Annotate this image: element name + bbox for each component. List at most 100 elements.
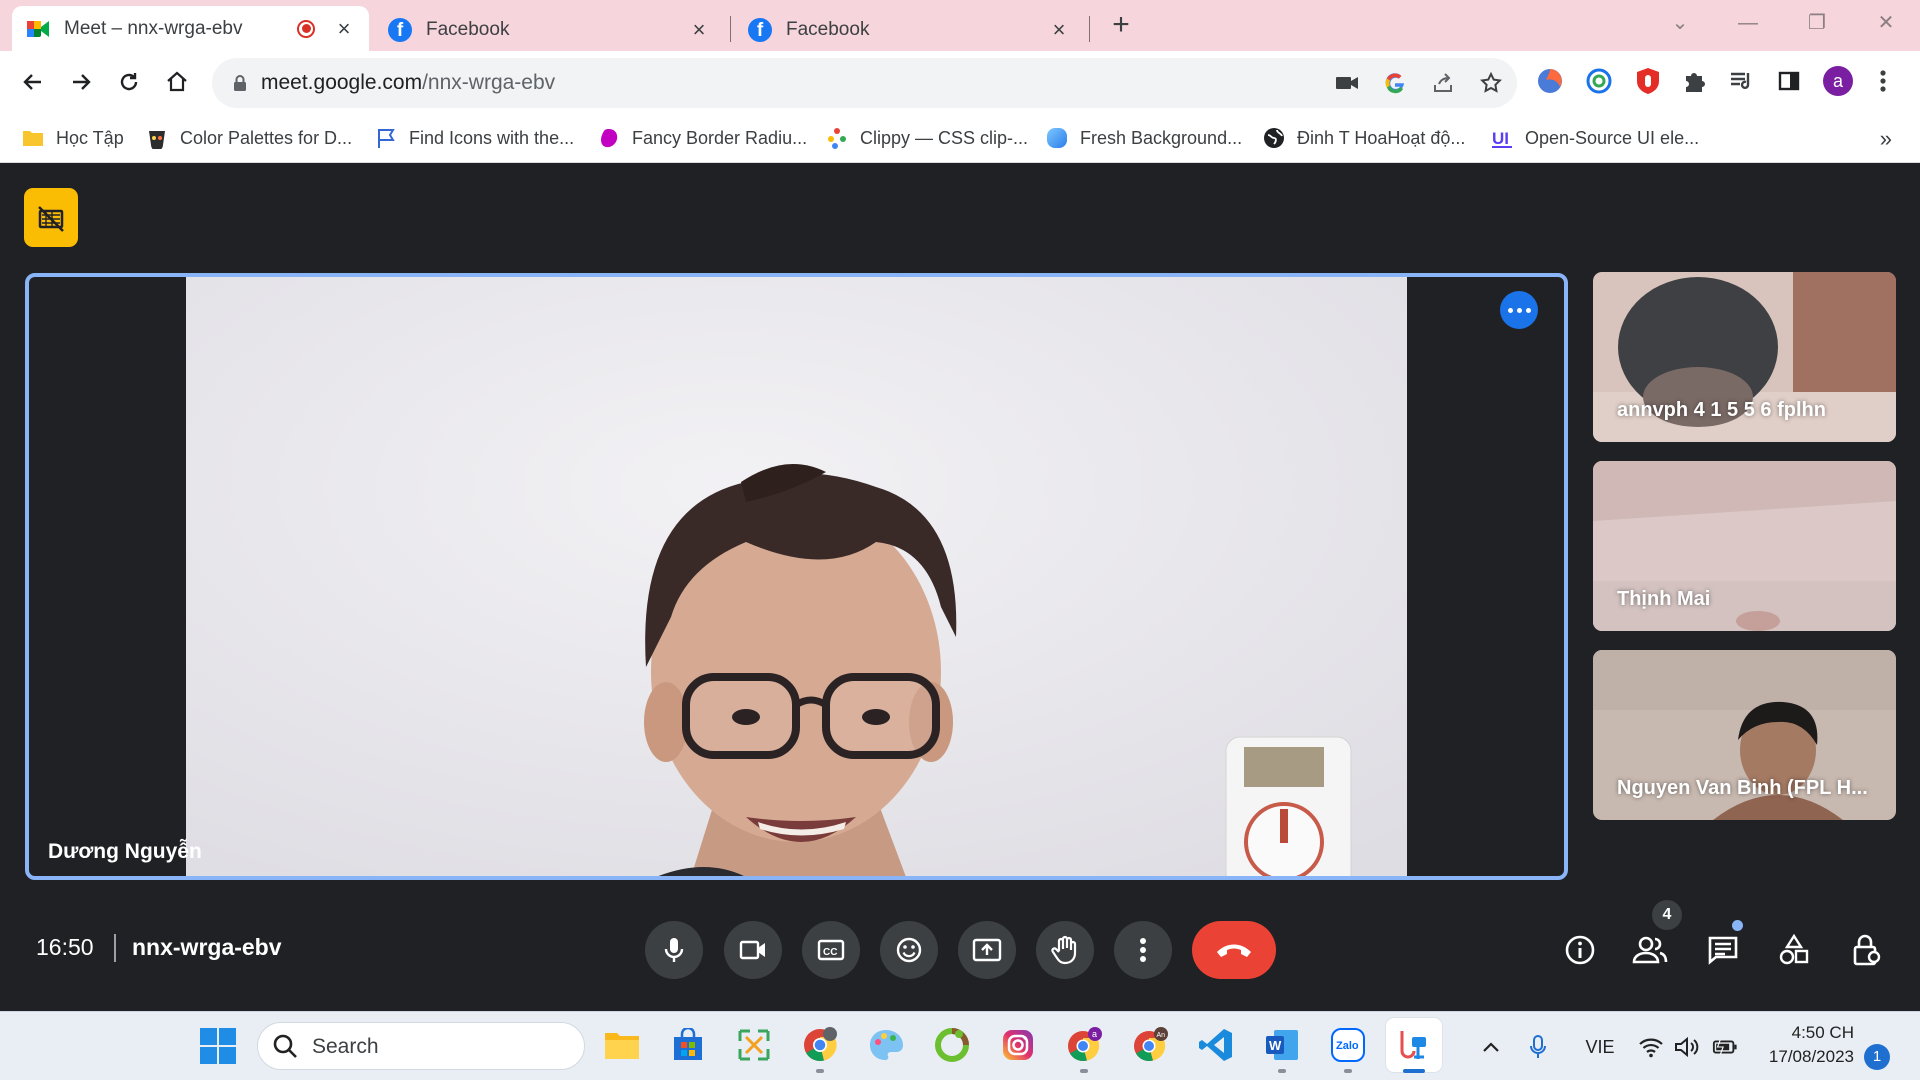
bookmark-fancy-border[interactable]: Fancy Border Radiu... [598,123,807,153]
url-text[interactable]: meet.google.com/nnx-wrga-ebv [261,71,555,95]
tab-title: Facebook [426,18,510,40]
tab-title: Meet – nnx-wrga-ebv [64,17,243,39]
bookmark-label: Học Tập [56,127,124,148]
share-icon[interactable] [1430,70,1456,96]
zalo-icon[interactable]: Zalo [1328,1025,1368,1065]
running-indicator [816,1069,824,1073]
chrome-profile-a-icon[interactable]: a [1064,1025,1104,1065]
close-tab-icon[interactable]: × [1048,18,1070,41]
url-host: meet.google.com [261,71,423,94]
people-button[interactable] [1630,930,1670,970]
more-options-button[interactable] [1114,921,1172,979]
vscode-icon[interactable] [1196,1025,1236,1065]
chrome-icon[interactable] [800,1025,840,1065]
participant-tile-1[interactable]: annvph 4 1 5 5 6 fplhn [1593,272,1896,442]
url-path: /nnx-wrga-ebv [422,71,556,94]
home-button[interactable] [160,65,194,99]
camera-in-use-icon[interactable] [1334,70,1360,96]
chat-button[interactable] [1703,930,1743,970]
present-icon [972,938,1002,962]
input-language[interactable]: VIE [1580,1034,1620,1060]
reload-button[interactable] [112,65,146,99]
participant-tile-2[interactable]: Thịnh Mai [1593,461,1896,631]
divider [114,934,116,962]
microsoft-store-icon[interactable] [668,1025,708,1065]
profile-badge: An [1157,1032,1166,1039]
speaker-video [186,277,1407,876]
leave-call-button[interactable] [1192,921,1276,979]
forward-button[interactable] [64,65,98,99]
extension-firefox-icon[interactable] [1535,66,1565,96]
host-controls-button[interactable] [1846,930,1886,970]
zalo-label: Zalo [1336,1040,1359,1052]
file-explorer-icon[interactable] [602,1025,642,1065]
bookmark-star-icon[interactable] [1478,70,1504,96]
bookmark-clippy[interactable]: Clippy — CSS clip-... [826,123,1028,153]
tab-facebook-2[interactable]: f Facebook × [734,8,1084,51]
bookmark-hoc-tap[interactable]: Học Tập [22,123,124,153]
minimize-button[interactable]: — [1728,6,1768,40]
tile-options-button[interactable] [1500,291,1538,329]
activities-button[interactable] [1774,930,1814,970]
close-window-button[interactable]: ✕ [1866,6,1906,40]
camera-button[interactable] [724,921,782,979]
taskbar-search[interactable]: Search [257,1022,585,1070]
bookmarks-bar: Học Tập Color Palettes for D... Find Ico… [0,114,1920,163]
instagram-icon[interactable] [998,1025,1038,1065]
restore-button[interactable]: ❐ [1797,6,1837,40]
reactions-button[interactable] [880,921,938,979]
meeting-details-button[interactable] [1560,930,1600,970]
bookmarks-overflow-icon[interactable]: » [1880,126,1892,152]
paint-icon[interactable] [866,1025,906,1065]
running-indicator [1278,1069,1286,1073]
close-tab-icon[interactable]: × [688,18,710,41]
notification-badge[interactable]: 1 [1864,1044,1890,1070]
lock-person-icon [1853,934,1881,966]
browser-menu-icon[interactable] [1868,66,1898,96]
bookmark-find-icons[interactable]: Find Icons with the... [375,123,574,153]
participant-tile-3[interactable]: Nguyen Van Binh (FPL H... [1593,650,1896,820]
meeting-code[interactable]: nnx-wrga-ebv [132,934,282,961]
bookmark-open-source-ui[interactable]: UI Open-Source UI ele... [1491,123,1699,153]
show-hidden-icons-chevron-icon[interactable] [1478,1034,1504,1060]
microphone-button[interactable] [645,921,703,979]
microsoft-word-icon[interactable]: W [1262,1025,1302,1065]
volume-icon[interactable] [1674,1034,1700,1060]
captions-button[interactable]: CC [802,921,860,979]
more-vertical-icon [1140,938,1146,962]
lock-icon[interactable] [230,73,250,93]
close-tab-icon[interactable]: × [333,17,355,40]
side-panel-icon[interactable] [1774,66,1804,96]
coc-coc-browser-icon[interactable] [932,1025,972,1065]
present-screen-button[interactable] [958,921,1016,979]
tab-facebook-1[interactable]: f Facebook × [374,8,724,51]
tab-meet[interactable]: Meet – nnx-wrga-ebv × [12,6,369,51]
extension-adblock-icon[interactable] [1633,66,1663,96]
main-video-tile[interactable]: Dương Nguyễn [25,273,1568,880]
people-icon [1632,936,1668,964]
chrome-profile-an-icon[interactable]: An [1130,1025,1170,1065]
bookmark-dinh-t-hoa[interactable]: Đinh T HoaHoạt độ... [1263,123,1465,153]
system-clock[interactable]: 4:50 CH 17/08/2023 [1769,1021,1854,1069]
back-button[interactable] [16,65,50,99]
windows-start-button[interactable] [200,1028,236,1064]
browser-tab-strip: Meet – nnx-wrga-ebv × f Facebook × f Fac… [0,0,1920,51]
bookmark-color-palettes[interactable]: Color Palettes for D... [146,123,352,153]
battery-icon[interactable] [1712,1034,1738,1060]
media-control-icon[interactable] [1726,66,1756,96]
snipping-tool-active-icon[interactable] [1386,1018,1442,1072]
recording-badge[interactable] [24,188,78,247]
google-lens-icon[interactable] [1382,70,1408,96]
microphone-tray-icon[interactable] [1525,1034,1551,1060]
new-tab-button[interactable]: + [1108,10,1134,40]
tab-search-icon[interactable]: ⌄ [1660,6,1700,40]
snipping-tool-icon[interactable] [734,1025,774,1065]
raise-hand-button[interactable] [1036,921,1094,979]
extension-sync-icon[interactable] [1584,66,1614,96]
chat-icon [1708,936,1738,965]
profile-avatar[interactable]: a [1823,66,1853,96]
extensions-puzzle-icon[interactable] [1680,66,1710,96]
bookmark-fresh-background[interactable]: Fresh Background... [1046,123,1242,153]
wifi-icon[interactable] [1638,1034,1664,1060]
address-bar[interactable]: meet.google.com/nnx-wrga-ebv [212,58,1517,108]
